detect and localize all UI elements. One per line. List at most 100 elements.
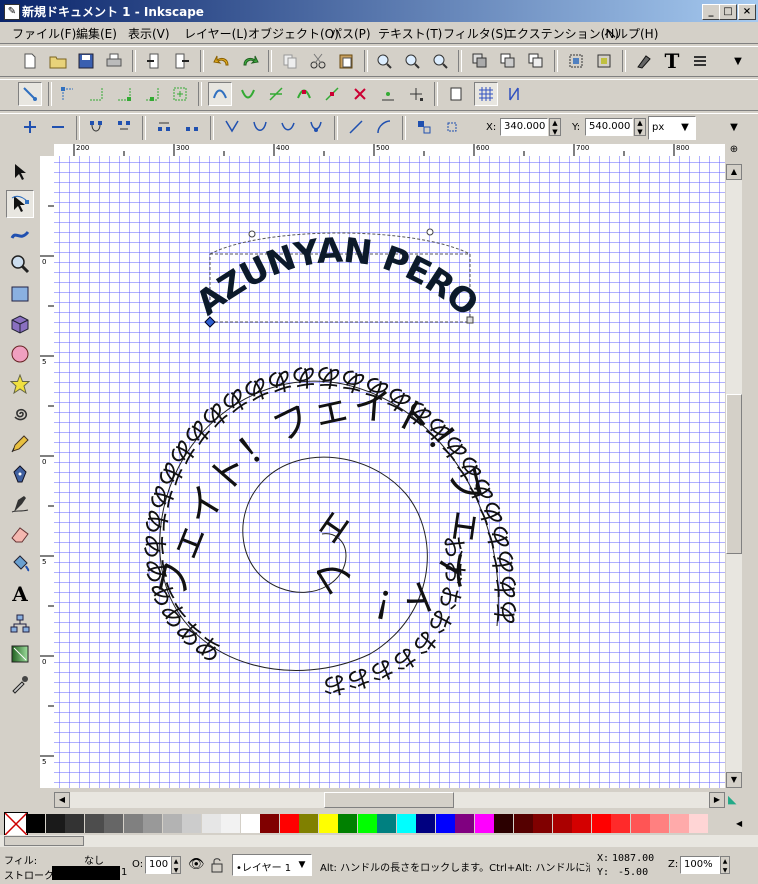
import-icon[interactable] <box>142 49 166 73</box>
palette-swatch[interactable] <box>201 814 221 833</box>
node-smooth-icon[interactable] <box>248 115 272 139</box>
overflow-chevron-icon[interactable]: ▼ <box>722 115 746 139</box>
snap-smooth-nodes-icon[interactable] <box>292 82 316 106</box>
scroll-up-arrow-icon[interactable]: ▲ <box>726 164 742 180</box>
export-icon[interactable] <box>170 49 194 73</box>
palette-swatch[interactable] <box>650 814 669 833</box>
no-paint-swatch[interactable] <box>4 812 28 836</box>
palette-swatch[interactable] <box>279 814 299 833</box>
duplicate-icon[interactable] <box>468 49 492 73</box>
scroll-down-arrow-icon[interactable]: ▼ <box>726 772 742 788</box>
gradient-tool-icon[interactable] <box>6 640 34 668</box>
paste-icon[interactable] <box>334 49 358 73</box>
palette-swatch[interactable] <box>240 814 260 833</box>
snap-bbox-center-icon[interactable] <box>168 82 192 106</box>
palette-swatch[interactable] <box>455 814 474 833</box>
eye-visibility-icon[interactable]: 👁 <box>188 857 206 873</box>
snap-bbox-edge-icon[interactable] <box>84 82 108 106</box>
palette-swatch[interactable] <box>591 814 611 833</box>
selector-tool-icon[interactable] <box>6 158 34 186</box>
print-icon[interactable] <box>102 49 126 73</box>
vertical-scroll-thumb[interactable] <box>726 394 742 554</box>
palette-swatch[interactable] <box>416 814 435 833</box>
dropper-tool-icon[interactable] <box>6 670 34 698</box>
rectangle-tool-icon[interactable] <box>6 280 34 308</box>
open-folder-icon[interactable] <box>46 49 70 73</box>
palette-swatch[interactable] <box>396 814 416 833</box>
segment-curve-icon[interactable] <box>372 115 396 139</box>
palette-swatch[interactable] <box>26 814 45 833</box>
close-button[interactable]: × <box>738 4 756 20</box>
palette-scroll-icon[interactable]: ◀ <box>736 814 748 833</box>
zoom-tool-icon[interactable] <box>6 250 34 278</box>
maximize-button[interactable]: □ <box>719 4 737 20</box>
node-tool-icon[interactable] <box>6 190 34 218</box>
menu-file[interactable]: ファイル(F) <box>12 25 76 42</box>
ungroup-icon[interactable] <box>592 49 616 73</box>
zoom-page-icon[interactable] <box>428 49 452 73</box>
menu-edit[interactable]: 編集(E) <box>76 25 117 42</box>
opacity-field[interactable]: 100 <box>145 856 171 874</box>
palette-swatch[interactable] <box>182 814 201 833</box>
new-document-icon[interactable] <box>18 49 42 73</box>
menu-object[interactable]: オブジェクト(O) <box>248 25 339 42</box>
palette-swatch[interactable] <box>65 814 84 833</box>
zoom-spin-buttons[interactable]: ▲ ▼ <box>720 856 730 874</box>
palette-swatch[interactable] <box>260 814 279 833</box>
palette-swatch[interactable] <box>611 814 630 833</box>
palette-swatch[interactable] <box>84 814 104 833</box>
group-icon[interactable] <box>564 49 588 73</box>
copy-icon[interactable] <box>278 49 302 73</box>
palette-swatch[interactable] <box>630 814 650 833</box>
opacity-spin-buttons[interactable]: ▲ ▼ <box>171 856 181 874</box>
x-spin-buttons[interactable]: ▲ ▼ <box>549 118 561 136</box>
zoom-selection-icon[interactable] <box>372 49 396 73</box>
fill-stroke-icon[interactable] <box>632 49 656 73</box>
scroll-left-arrow-icon[interactable]: ◀ <box>54 792 70 808</box>
palette-swatch[interactable] <box>513 814 533 833</box>
palette-swatch[interactable] <box>377 814 396 833</box>
y-coordinate-field[interactable]: 540.000 <box>585 118 633 136</box>
clone-icon[interactable] <box>496 49 520 73</box>
snap-paths-icon[interactable] <box>236 82 260 106</box>
snap-page-border-icon[interactable] <box>404 82 428 106</box>
redo-icon[interactable] <box>238 49 262 73</box>
palette-scrollbar[interactable] <box>0 835 758 847</box>
stroke-to-path-icon[interactable] <box>440 115 464 139</box>
palette-swatch[interactable] <box>221 814 240 833</box>
palette-swatch[interactable] <box>435 814 455 833</box>
pen-tool-icon[interactable] <box>6 460 34 488</box>
lock-icon[interactable] <box>210 857 226 873</box>
eraser-tool-icon[interactable] <box>6 520 34 548</box>
drawing-canvas[interactable]: AZUNYAN PEROPERO あああああああああああああああああああああああ… <box>54 156 725 788</box>
horizontal-scrollbar[interactable]: ◀ ▶ <box>54 792 725 808</box>
stroke-swatch[interactable] <box>52 866 120 880</box>
palette-swatch[interactable] <box>299 814 318 833</box>
3d-box-tool-icon[interactable] <box>6 310 34 338</box>
palette-swatch[interactable] <box>689 814 708 833</box>
unlink-clone-icon[interactable] <box>524 49 548 73</box>
snap-midpoints-icon[interactable] <box>320 82 344 106</box>
tweak-tool-icon[interactable] <box>6 220 34 248</box>
snap-guides-icon[interactable] <box>502 82 526 106</box>
zoom-drawing-icon[interactable] <box>400 49 424 73</box>
menu-layer[interactable]: レイヤー(L) <box>184 25 248 42</box>
palette-swatch[interactable] <box>669 814 689 833</box>
calligraphy-tool-icon[interactable] <box>6 490 34 518</box>
scroll-right-arrow-icon[interactable]: ▶ <box>709 792 725 808</box>
palette-swatch[interactable] <box>357 814 377 833</box>
snap-intersections-icon[interactable] <box>264 82 288 106</box>
x-coordinate-field[interactable]: 340.000 <box>500 118 548 136</box>
text-tool-icon[interactable]: A <box>6 580 34 608</box>
palette-swatch[interactable] <box>552 814 572 833</box>
zoom-field[interactable]: 100% <box>680 856 720 874</box>
palette-swatch[interactable] <box>474 814 494 833</box>
pencil-tool-icon[interactable] <box>6 430 34 458</box>
ellipse-tool-icon[interactable] <box>6 340 34 368</box>
snap-rotation-center-icon[interactable] <box>376 82 400 106</box>
snap-page-icon[interactable] <box>444 82 468 106</box>
segment-line-icon[interactable] <box>344 115 368 139</box>
palette-swatch[interactable] <box>45 814 65 833</box>
palette-swatch[interactable] <box>533 814 552 833</box>
break-path-icon[interactable] <box>112 115 136 139</box>
